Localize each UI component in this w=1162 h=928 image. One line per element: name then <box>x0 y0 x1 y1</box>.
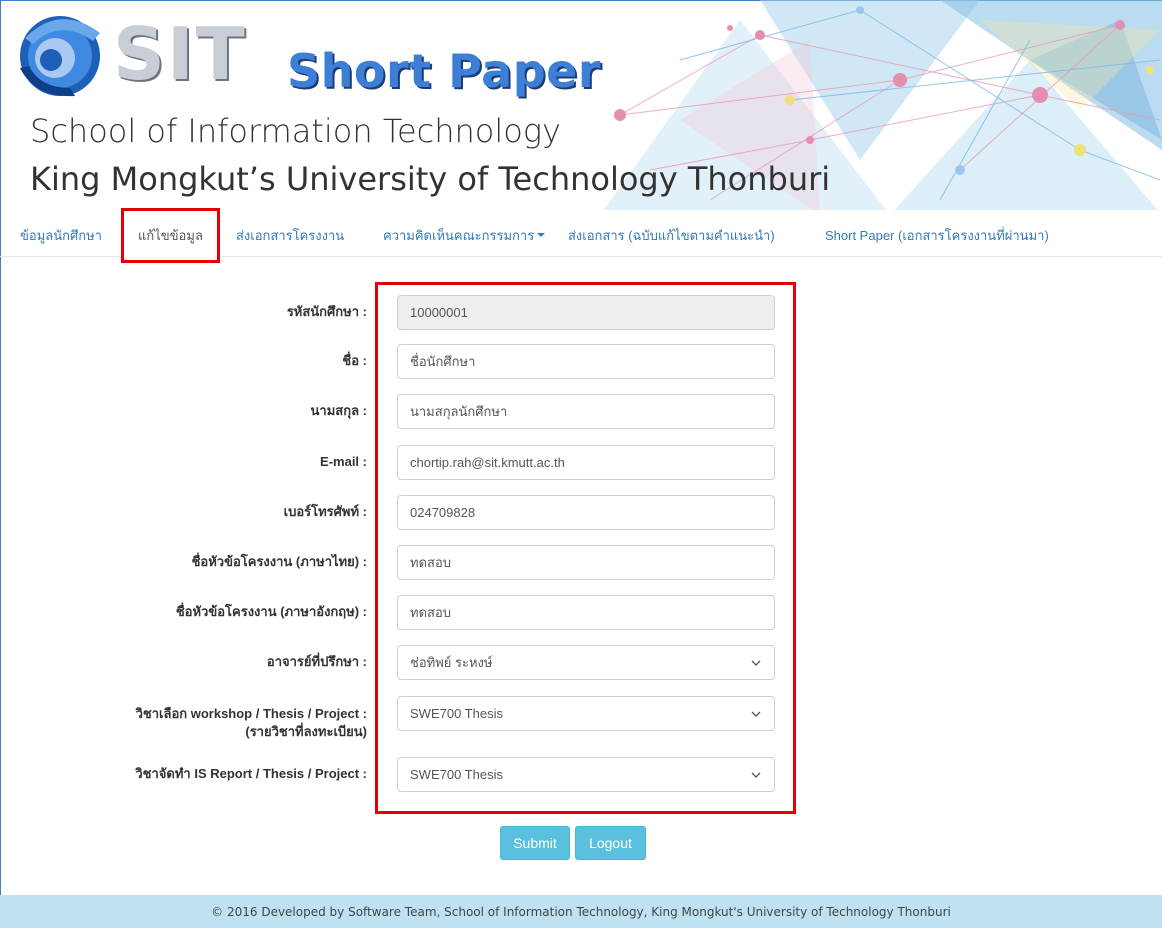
title-th-label: ชื่อหัวข้อโครงงาน (ภาษาไทย) : <box>191 554 367 569</box>
course-enrolled-selected-value: SWE700 Thesis <box>410 706 503 721</box>
sit-logo-emblem-icon <box>20 16 100 97</box>
last-name-label: นามสกุล : <box>310 403 367 418</box>
caret-down-icon <box>537 233 546 237</box>
university-name: King Mongkut’s University of Technology … <box>30 160 831 198</box>
nav-item-short-paper[interactable]: Short Paper (เอกสารโครงงานที่ผ่านมา) <box>825 214 1049 256</box>
email-label: E-mail : <box>320 454 367 469</box>
title-en-field[interactable]: ทดสอบ <box>397 595 775 630</box>
nav-item-committee-comments-label: ความคิดเห็นคณะกรรมการ <box>383 227 535 243</box>
course-report-selected-value: SWE700 Thesis <box>410 767 503 782</box>
phone-label: เบอร์โทรศัพท์ : <box>283 504 367 519</box>
submit-button[interactable]: Submit <box>500 826 570 860</box>
nav-item-submit-project[interactable]: ส่งเอกสารโครงงาน <box>236 214 344 256</box>
school-name: School of Information Technology <box>30 112 561 150</box>
course-enrolled-label: วิชาเลือก workshop / Thesis / Project : <box>135 706 367 721</box>
site-header: SIT Short Paper School of Information Te… <box>0 0 1162 210</box>
course-enrolled-select[interactable]: SWE700 Thesis <box>397 696 775 731</box>
course-enrolled-sublabel: (รายวิชาที่ลงทะเบียน) <box>245 724 367 739</box>
chevron-down-icon <box>751 660 761 666</box>
nav-item-committee-comments[interactable]: ความคิดเห็นคณะกรรมการ <box>383 214 546 256</box>
phone-field[interactable]: 024709828 <box>397 495 775 530</box>
student-id-field: 10000001 <box>397 295 775 330</box>
sit-logo: SIT <box>15 8 260 103</box>
nav-item-student-info[interactable]: ข้อมูลนักศึกษา <box>20 214 102 256</box>
first-name-label: ชื่อ : <box>342 353 367 368</box>
logout-button[interactable]: Logout <box>575 826 646 860</box>
email-field[interactable]: chortip.rah@sit.kmutt.ac.th <box>397 445 775 480</box>
logo-text: SIT <box>113 12 247 96</box>
title-en-label: ชื่อหัวข้อโครงงาน (ภาษาอังกฤษ) : <box>175 604 367 619</box>
last-name-field[interactable]: นามสกุลนักศึกษา <box>397 394 775 429</box>
footer-text: © 2016 Developed by Software Team, Schoo… <box>211 904 951 919</box>
chevron-down-icon <box>751 711 761 717</box>
advisor-select[interactable]: ช่อทิพย์ ระหงษ์ <box>397 645 775 680</box>
advisor-label: อาจารย์ที่ปรึกษา : <box>266 654 367 669</box>
first-name-field[interactable]: ชื่อนักศึกษา <box>397 344 775 379</box>
student-id-label: รหัสนักศึกษา : <box>286 304 367 319</box>
course-report-label: วิชาจัดทำ IS Report / Thesis / Project : <box>135 766 367 781</box>
chevron-down-icon <box>751 772 761 778</box>
page-footer: © 2016 Developed by Software Team, Schoo… <box>0 895 1162 928</box>
course-report-select[interactable]: SWE700 Thesis <box>397 757 775 792</box>
advisor-selected-value: ช่อทิพย์ ระหงษ์ <box>410 655 493 670</box>
app-title: Short Paper <box>287 44 602 98</box>
nav-item-edit-info[interactable]: แก้ไขข้อมูล <box>121 208 220 263</box>
title-th-field[interactable]: ทดสอบ <box>397 545 775 580</box>
nav-item-submit-revised[interactable]: ส่งเอกสาร (ฉบับแก้ไขตามคำแนะนำ) <box>568 214 775 256</box>
main-nav: ข้อมูลนักศึกษา แก้ไขข้อมูล ส่งเอกสารโครง… <box>0 208 1162 263</box>
